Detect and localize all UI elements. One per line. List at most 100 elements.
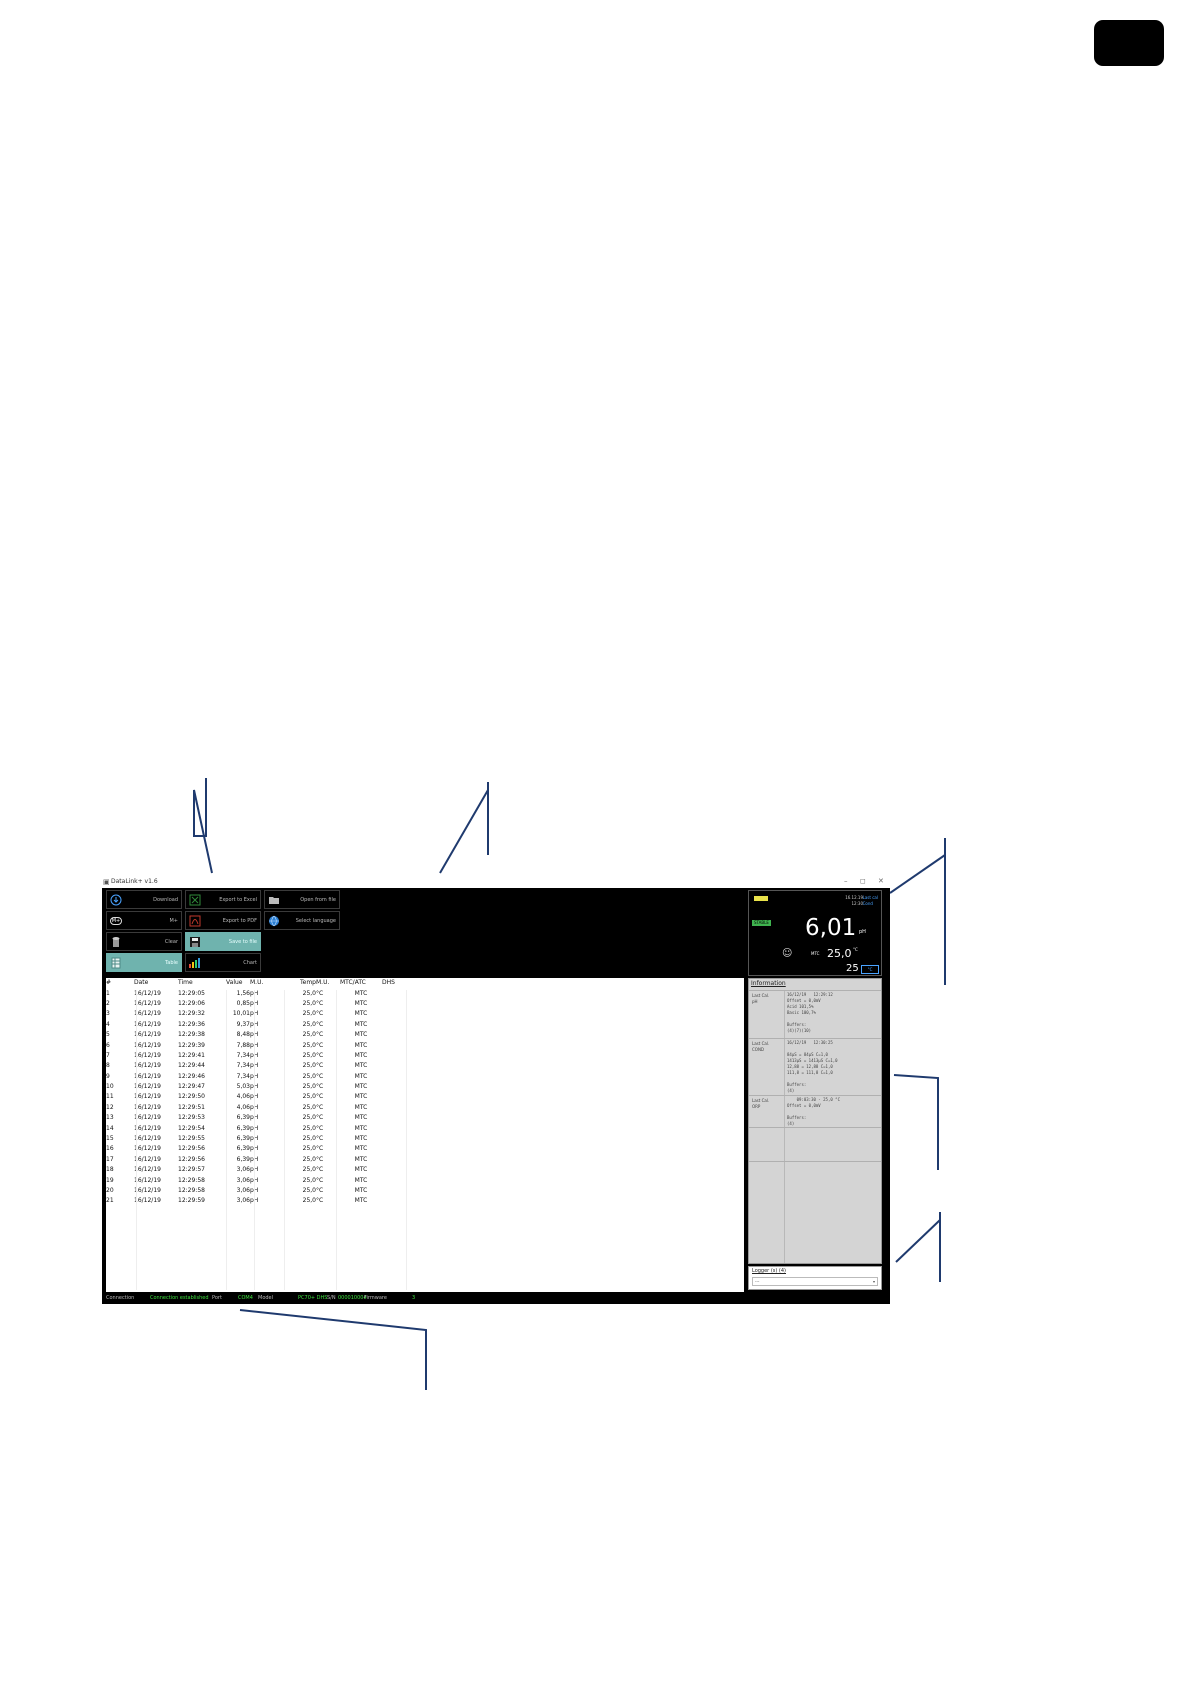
table-cell	[382, 1092, 402, 1102]
table-cell: 7,88	[236, 1041, 250, 1049]
information-panel: Information Last Cal. pH 16/12/19 12:29:…	[748, 978, 882, 1264]
col-header[interactable]: #	[106, 978, 134, 988]
calibration-indicator: Last cal Cond	[862, 895, 878, 906]
table-cell	[382, 1134, 402, 1144]
table-cell: 16/12/19	[134, 1051, 161, 1059]
table-cell	[382, 1123, 402, 1133]
table-cell: 6,39	[236, 1124, 250, 1132]
table-cell: 0,85	[236, 999, 250, 1007]
table-cell: 25,0	[302, 1031, 316, 1039]
title-bar: ▣ DataLink+ v1.6 – ◻ ✕	[102, 876, 890, 888]
logger-select[interactable]: --- ▾	[752, 1277, 878, 1286]
table-cell: 12:29:47	[178, 1083, 205, 1091]
download-button[interactable]: Download	[106, 890, 182, 909]
table-button[interactable]: Table	[106, 953, 182, 972]
table-cell	[382, 1040, 402, 1050]
table-cell	[382, 1196, 402, 1206]
info-section-empty	[749, 1161, 881, 1262]
table-cell: 16/12/19	[134, 999, 161, 1007]
app-icon: ▣	[103, 878, 110, 886]
table-cell: 25,0	[302, 1093, 316, 1101]
m-plus-button[interactable]: M+ M+	[106, 911, 182, 930]
col-header[interactable]: Value	[226, 978, 250, 988]
maximize-icon[interactable]: ◻	[860, 877, 866, 885]
minimize-icon[interactable]: –	[844, 877, 848, 885]
table-cell: 16/12/19	[134, 1041, 161, 1049]
column-divider	[254, 990, 255, 1290]
table-cell: 12:29:32	[178, 1010, 205, 1018]
table-cell: 12:29:59	[178, 1197, 205, 1205]
table-cell: 12:29:58	[178, 1176, 205, 1184]
table-cell: 25,0	[302, 1072, 316, 1080]
table-cell	[382, 1113, 402, 1123]
table-cell: 12:29:50	[178, 1093, 205, 1101]
table-cell: 4,06	[236, 1103, 250, 1111]
col-header[interactable]: M.U.	[250, 978, 280, 988]
col-header[interactable]: Date	[134, 978, 178, 988]
port-value: COM4	[238, 1295, 253, 1301]
table-cell: MTC	[354, 1020, 368, 1028]
smiley-icon: ☺	[782, 948, 793, 959]
model-value: PC70+ DHS	[298, 1295, 328, 1301]
table-cell: 3,06	[236, 1187, 250, 1194]
export-pdf-button[interactable]: Export to PDF	[185, 911, 261, 930]
table-cell: 17	[106, 1155, 114, 1163]
table-cell: MTC	[354, 1051, 368, 1059]
table-cell: 8,48	[236, 1031, 250, 1039]
table-cell: 12:29:38	[178, 1031, 205, 1039]
table-cell: 16	[106, 1145, 114, 1153]
col-header[interactable]: MTC/ATC	[340, 978, 382, 988]
table-cell: 6,39	[236, 1155, 250, 1163]
table-cell: 1,56	[236, 989, 250, 997]
table-cell: 16/12/19	[134, 1031, 161, 1039]
table-cell: 16/12/19	[134, 1062, 161, 1070]
battery-indicator	[754, 896, 768, 901]
folder-icon	[267, 893, 281, 906]
callout-logger-diag	[895, 1219, 941, 1263]
open-file-button[interactable]: Open from file	[264, 890, 340, 909]
table-cell: 7	[106, 1051, 110, 1059]
table-cell: MTC	[354, 1145, 368, 1153]
chart-button[interactable]: Chart	[185, 953, 261, 972]
status-bar: Connection Connection established Port C…	[102, 1292, 890, 1304]
table-cell: 2	[106, 999, 110, 1007]
column-divider	[226, 990, 227, 1290]
table-cell: 12:29:05	[178, 989, 205, 997]
table-cell: MTC	[354, 1166, 368, 1174]
export-excel-button[interactable]: Export to Excel	[185, 890, 261, 909]
table-cell	[382, 1103, 402, 1113]
application-window: ▣ DataLink+ v1.6 – ◻ ✕ Download M+ M+ Cl…	[102, 876, 890, 1304]
callout-toolbar	[193, 778, 213, 874]
table-cell: 16/12/19	[134, 989, 161, 997]
info-section-empty	[749, 1127, 881, 1162]
table-cell: 25,0	[302, 1083, 316, 1091]
table-cell: 5,03	[236, 1083, 250, 1091]
table-icon	[109, 956, 123, 969]
save-file-button[interactable]: Save to file	[185, 932, 261, 951]
table-cell: 5	[106, 1031, 110, 1039]
col-header[interactable]: M.U.	[316, 978, 340, 988]
table-cell	[382, 1082, 402, 1092]
select-language-button[interactable]: Select language	[264, 911, 340, 930]
meter-display: 16.12.19 12:30 Last cal Cond STABLE 6,01 p…	[748, 890, 882, 976]
table-cell: 8	[106, 1062, 110, 1070]
table-cell	[382, 999, 402, 1009]
table-cell: MTC	[354, 1103, 368, 1111]
connection-label: Connection	[106, 1295, 135, 1301]
close-icon[interactable]: ✕	[878, 877, 884, 885]
col-header[interactable]: DHS	[382, 978, 402, 988]
logger-label: Logger (s) (4)	[752, 1268, 787, 1274]
col-header[interactable]: Temp	[280, 978, 316, 988]
table-cell: MTC	[354, 1062, 368, 1070]
measurement-unit: pH	[859, 929, 866, 935]
temperature-unit: °C	[853, 947, 858, 952]
table-cell: MTC	[354, 1072, 368, 1080]
mtc-label: MTC	[811, 951, 820, 956]
temperature-value: 25,0	[827, 947, 852, 960]
col-header[interactable]: Time	[178, 978, 226, 988]
table-cell: MTC	[354, 1031, 368, 1039]
table-cell	[382, 1155, 402, 1165]
table-cell	[382, 988, 402, 998]
table-header-row: # Date Time Value M.U. Temp M.U. MTC/ATC…	[106, 978, 402, 988]
clear-button[interactable]: Clear	[106, 932, 182, 951]
